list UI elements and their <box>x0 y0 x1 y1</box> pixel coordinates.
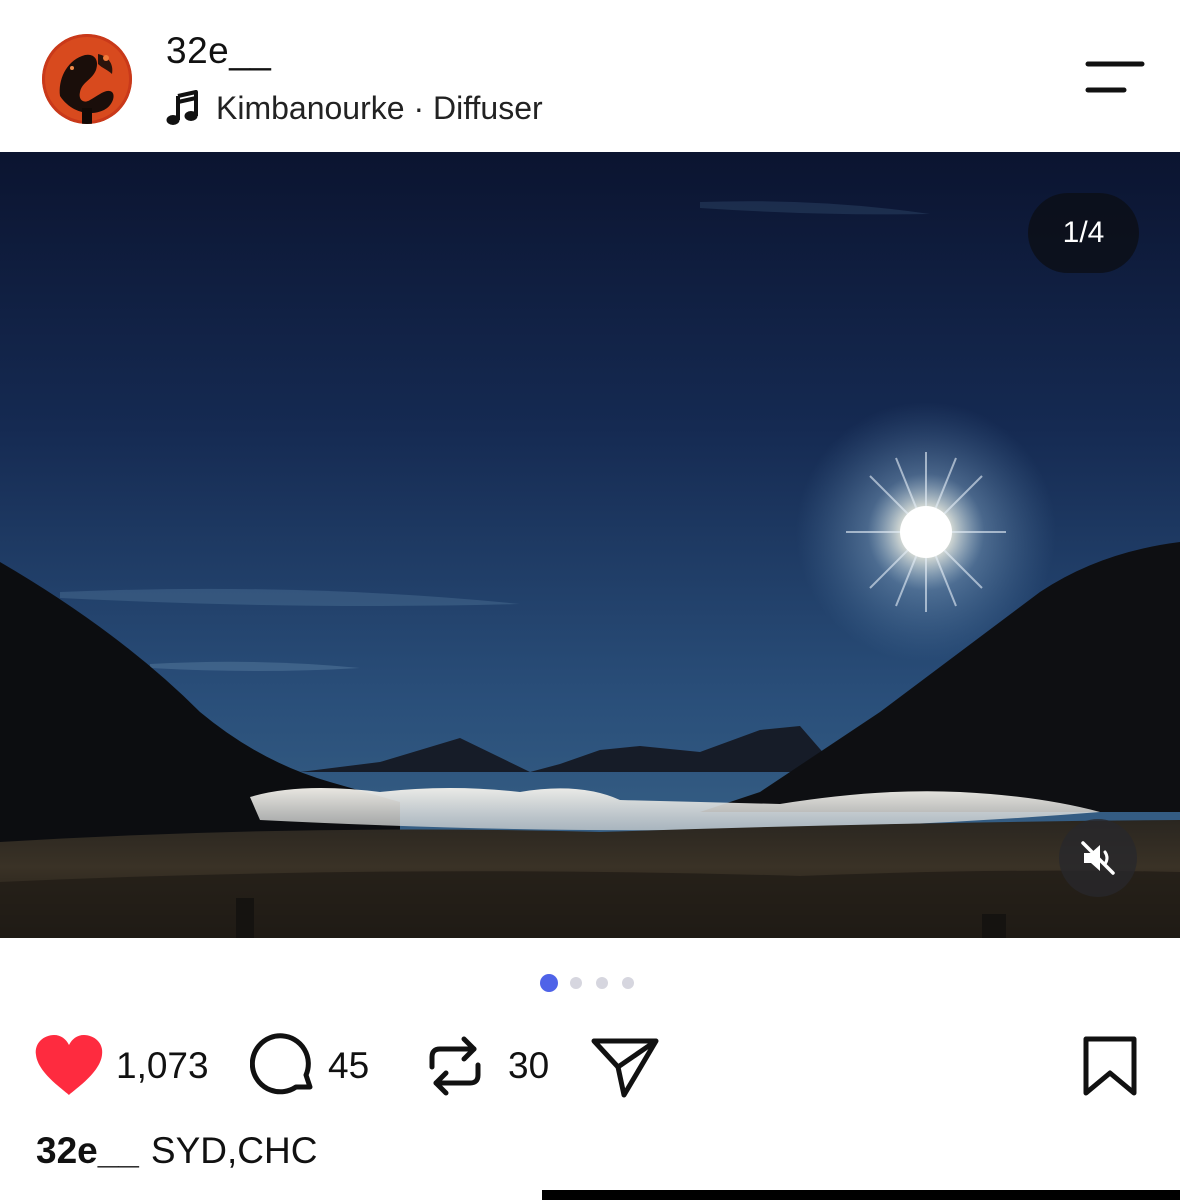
avatar[interactable] <box>42 34 132 124</box>
caption-username[interactable]: 32e__ <box>36 1130 139 1171</box>
heart-icon[interactable] <box>34 1035 104 1097</box>
carousel-indicator <box>540 974 648 992</box>
carousel-dot <box>570 977 582 989</box>
comment-action[interactable]: 45 <box>250 1026 369 1106</box>
avatar-image <box>42 34 132 124</box>
post-photo[interactable]: 1/4 <box>0 152 1180 938</box>
landscape-image <box>0 152 1180 938</box>
mute-button[interactable] <box>1059 819 1137 897</box>
carousel-dot <box>596 977 608 989</box>
like-count: 1,073 <box>116 1045 209 1086</box>
menu-icon[interactable] <box>1084 58 1146 98</box>
music-label: Kimbanourke · Diffuser <box>216 89 543 126</box>
like-action[interactable]: 1,073 <box>34 1026 209 1106</box>
send-icon[interactable] <box>590 1033 660 1099</box>
home-indicator <box>542 1190 1180 1200</box>
save-action[interactable] <box>1082 1026 1138 1106</box>
repost-icon[interactable] <box>424 1033 486 1099</box>
repost-action[interactable]: 30 <box>424 1026 549 1106</box>
comment-bubble-icon[interactable] <box>250 1033 316 1099</box>
speaker-muted-icon <box>1081 841 1115 875</box>
username[interactable]: 32e__ <box>166 30 271 72</box>
repost-count: 30 <box>508 1045 550 1086</box>
image-counter: 1/4 <box>1028 193 1139 273</box>
comment-count: 45 <box>328 1045 370 1086</box>
bookmark-icon[interactable] <box>1082 1035 1138 1097</box>
music-note-icon <box>166 90 198 125</box>
music-row[interactable]: Kimbanourke · Diffuser <box>166 86 543 130</box>
post-actions: 1,073 45 30 <box>0 1026 1180 1106</box>
caption-text: SYD,CHC <box>150 1130 318 1171</box>
post-caption: 32e__ SYD,CHC <box>36 1130 317 1172</box>
carousel-dot-active <box>540 974 558 992</box>
post-header: 32e__ Kimbanourke · Diffuser <box>0 0 1180 152</box>
carousel-dot <box>622 977 634 989</box>
share-action[interactable] <box>590 1026 660 1106</box>
